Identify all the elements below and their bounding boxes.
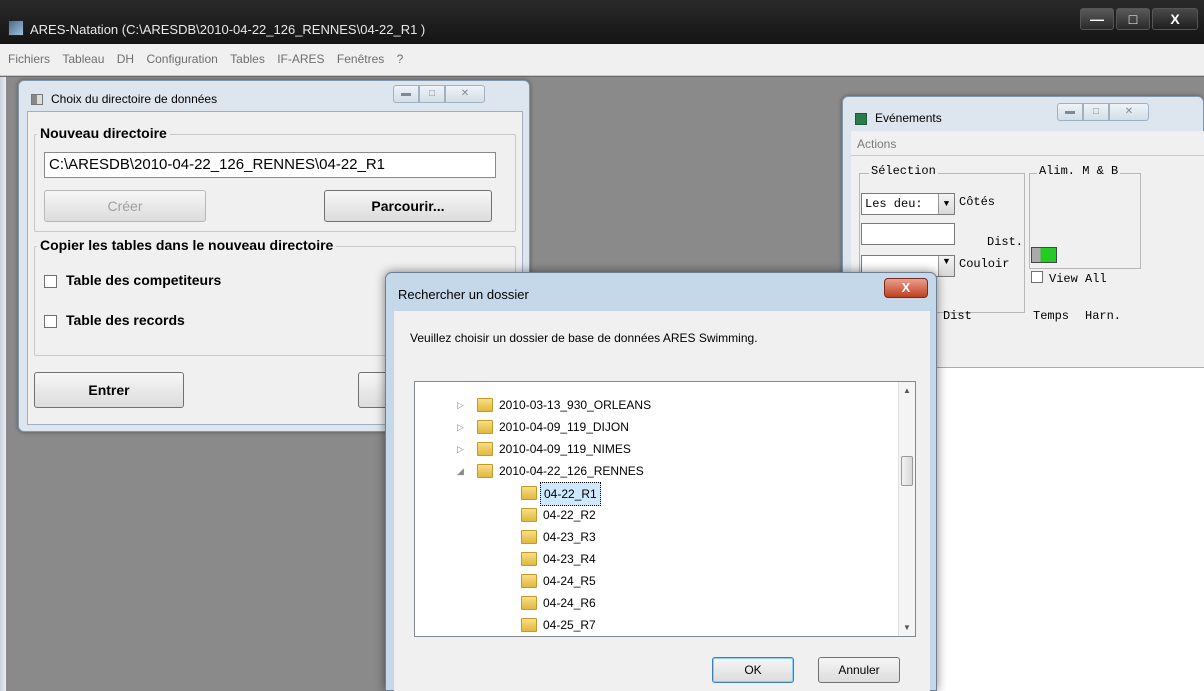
tree-expander-icon[interactable]: ▷	[457, 394, 467, 416]
maximize-button[interactable]: □	[1116, 8, 1150, 30]
folder-icon	[521, 508, 537, 522]
tree-scrollbar[interactable]: ▲ ▼	[898, 382, 915, 636]
menu-fichiers[interactable]: Fichiers	[8, 44, 50, 74]
folder-icon	[521, 486, 537, 500]
dialog-title: Rechercher un dossier	[398, 287, 529, 302]
col-harn-header: Harn.	[1085, 309, 1122, 323]
tree-item-label: 04-23_R4	[543, 552, 596, 566]
actions-menu[interactable]: Actions	[857, 137, 896, 151]
folder-icon	[521, 530, 537, 544]
records-checkbox-label: Table des records	[66, 312, 185, 328]
folder-icon	[521, 596, 537, 610]
col-temps-header: Temps	[1033, 309, 1070, 323]
tree-item-label: 04-23_R3	[543, 530, 596, 544]
dialog-close-button[interactable]: X	[884, 278, 928, 298]
enter-button[interactable]: Entrer	[34, 372, 184, 408]
col-dist-header: Dist	[943, 309, 972, 323]
tree-item-label: 04-24_R5	[543, 574, 596, 588]
window-icon	[31, 94, 43, 105]
browse-button[interactable]: Parcourir...	[324, 190, 492, 222]
chevron-down-icon: ▼	[938, 194, 954, 214]
competitors-checkbox-label: Table des competiteurs	[66, 272, 222, 288]
choix-maximize-button[interactable]: □	[419, 85, 445, 103]
menu-help[interactable]: ?	[397, 44, 404, 74]
evt-maximize-button[interactable]: □	[1083, 103, 1109, 121]
tree-expander-icon[interactable]: ▷	[457, 416, 467, 438]
evt-close-button[interactable]: ✕	[1109, 103, 1149, 121]
cotes-select[interactable]: Les deu: ▼	[861, 193, 955, 215]
tree-item-label: 04-25_R7	[543, 618, 596, 632]
scroll-down-arrow[interactable]: ▼	[899, 619, 915, 636]
couloir-label: Couloir	[959, 257, 1010, 271]
chevron-down-icon: ▼	[938, 256, 954, 276]
tree-item-label: 04-24_R6	[543, 596, 596, 610]
ok-button[interactable]: OK	[712, 657, 794, 683]
folder-icon	[521, 618, 537, 632]
app-title: ARES-Natation (C:\ARESDB\2010-04-22_126_…	[30, 22, 426, 37]
tree-item-label: 04-22_R2	[543, 508, 596, 522]
tree-item-label: 2010-04-22_126_RENNES	[499, 464, 644, 478]
scroll-up-arrow[interactable]: ▲	[899, 382, 915, 399]
view-all-checkbox[interactable]	[1031, 271, 1043, 283]
tree-expander-icon[interactable]: ▷	[457, 438, 467, 460]
competitors-checkbox[interactable]	[44, 275, 57, 288]
choix-caption-buttons: ▬ □ ✕	[393, 85, 485, 103]
menu-bar: Fichiers Tableau DH Configuration Tables…	[0, 44, 1204, 76]
folder-tree[interactable]: ▷ 2010-03-13_930_ORLEANS ▷ 2010-04-09_119_D…	[414, 381, 916, 637]
folder-icon	[521, 552, 537, 566]
dialog-body: Veuillez choisir un dossier de base de d…	[394, 311, 930, 691]
folder-icon	[477, 464, 493, 478]
choix-minimize-button[interactable]: ▬	[393, 85, 419, 103]
tree-item-label: 2010-03-13_930_ORLEANS	[499, 398, 652, 412]
actions-divider	[851, 155, 1204, 156]
dist-input[interactable]	[861, 223, 955, 245]
cotes-select-value: Les deu:	[865, 197, 923, 211]
menu-if-ares[interactable]: IF-ARES	[277, 44, 324, 74]
nouveau-directoire-label: Nouveau directoire	[37, 125, 170, 141]
selection-label: Sélection	[869, 164, 938, 178]
app-icon	[8, 20, 24, 36]
records-checkbox[interactable]	[44, 315, 57, 328]
status-indicator	[1031, 247, 1057, 263]
folder-icon	[477, 398, 493, 412]
folder-icon	[477, 442, 493, 456]
copier-tables-label: Copier les tables dans le nouveau direct…	[37, 237, 337, 253]
tree-expander-icon[interactable]: ◢	[457, 460, 467, 482]
folder-icon	[521, 574, 537, 588]
app-titlebar: ARES-Natation (C:\ARESDB\2010-04-22_126_…	[0, 0, 1204, 44]
dialog-message: Veuillez choisir un dossier de base de d…	[410, 331, 758, 345]
cotes-label: Côtés	[959, 195, 996, 209]
menu-tableau[interactable]: Tableau	[62, 44, 104, 74]
evenements-caption-buttons: ▬ □ ✕	[1057, 103, 1149, 121]
tree-item-label: 04-22_R1	[540, 482, 601, 506]
dist-field-label: Dist.	[987, 235, 1024, 249]
evenements-title: Evénements	[875, 111, 942, 125]
minimize-button[interactable]: —	[1080, 8, 1114, 30]
browse-folder-dialog: Rechercher un dossier X Veuillez choisir…	[385, 272, 937, 691]
evenements-window-icon	[855, 113, 867, 125]
menu-tables[interactable]: Tables	[230, 44, 265, 74]
tree-item-label: 2010-04-09_119_DIJON	[499, 420, 629, 434]
choix-window-title: Choix du directoire de données	[51, 92, 218, 106]
menu-fenetres[interactable]: Fenêtres	[337, 44, 384, 74]
view-all-label: View All	[1049, 272, 1107, 286]
choix-close-button[interactable]: ✕	[445, 85, 485, 103]
alim-label: Alim. M & B	[1037, 164, 1121, 178]
window-frame-edge	[0, 77, 6, 691]
app-caption-buttons: — □ X	[1078, 8, 1198, 30]
folder-icon	[477, 420, 493, 434]
directory-path-input[interactable]: C:\ARESDB\2010-04-22_126_RENNES\04-22_R1	[44, 152, 496, 178]
menu-configuration[interactable]: Configuration	[146, 44, 217, 74]
menu-dh[interactable]: DH	[117, 44, 134, 74]
scrollbar-thumb[interactable]	[901, 456, 913, 486]
close-button[interactable]: X	[1152, 8, 1198, 30]
create-button[interactable]: Créer	[44, 190, 206, 222]
evt-minimize-button[interactable]: ▬	[1057, 103, 1083, 121]
cancel-button[interactable]: Annuler	[818, 657, 900, 683]
tree-item-label: 2010-04-09_119_NIMES	[499, 442, 631, 456]
